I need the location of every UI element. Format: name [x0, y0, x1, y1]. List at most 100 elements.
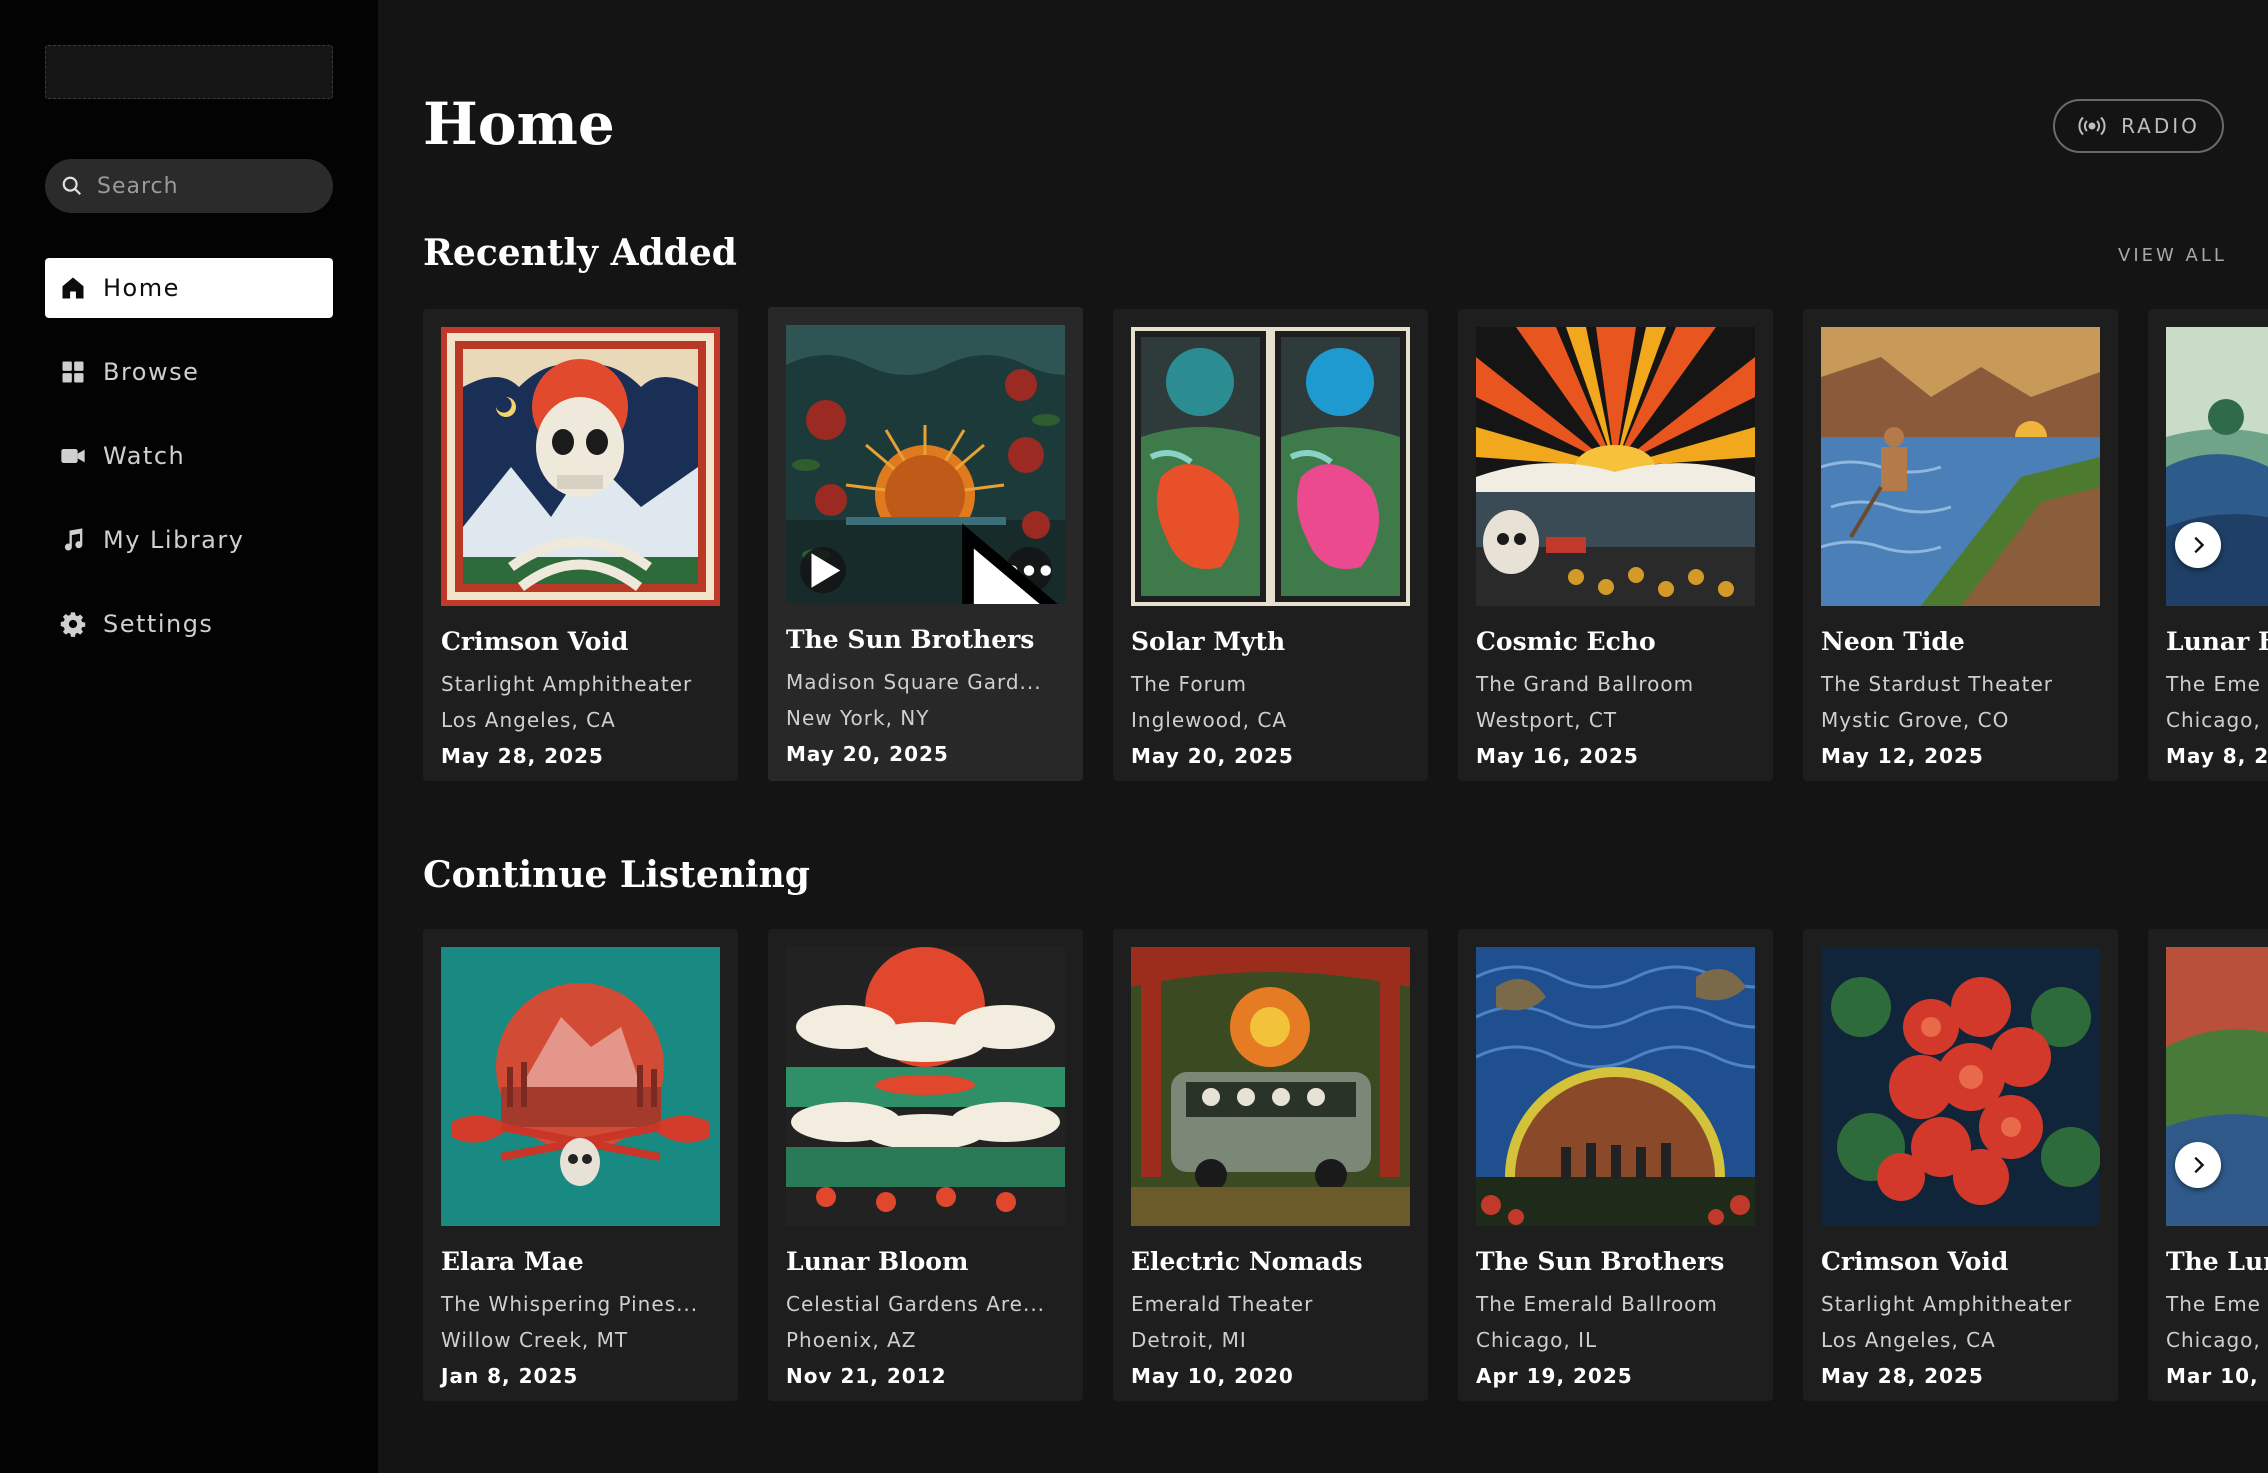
card-location: Los Angeles, CA [441, 708, 616, 732]
album-art [786, 947, 1065, 1226]
card-venue: Starlight Amphitheater [1821, 1292, 2073, 1316]
section-title-continue-listening: Continue Listening [423, 854, 810, 896]
card-title: The Sun Brothers [786, 625, 1035, 654]
card-title: Neon Tide [1821, 627, 1965, 656]
card-title: Crimson Void [441, 627, 629, 656]
album-art [1476, 327, 1755, 606]
sidebar-item-label: Home [103, 274, 180, 302]
home-icon [62, 277, 84, 299]
card-date: Jan 8, 2025 [441, 1364, 579, 1388]
card-venue: The Grand Ballroom [1476, 672, 1695, 696]
album-art [1131, 947, 1410, 1226]
card-location: Detroit, MI [1131, 1328, 1247, 1352]
search-icon [62, 176, 82, 196]
play-button[interactable] [800, 547, 846, 593]
chevron-right-icon [2194, 1156, 2205, 1174]
card-date: May 10, 2020 [1131, 1364, 1294, 1388]
card-title: The Sun Brothers [1476, 1247, 1725, 1276]
continue-listening-row: Elara Mae The Whispering Pines... Willow… [423, 929, 2268, 1401]
sidebar-item-label: My Library [103, 526, 245, 554]
sidebar-item-label: Settings [103, 610, 214, 638]
card-location: Inglewood, CA [1131, 708, 1288, 732]
sidebar-item-watch[interactable]: Watch [45, 426, 333, 486]
chevron-right-icon [2194, 536, 2205, 554]
card-date: May 16, 2025 [1476, 744, 1639, 768]
radio-button[interactable]: RADIO [2053, 99, 2224, 153]
card-venue: Madison Square Gard... [786, 670, 1042, 694]
card-venue: Celestial Gardens Are... [786, 1292, 1046, 1316]
card-title: Cosmic Echo [1476, 627, 1656, 656]
card-date: May 20, 2025 [786, 742, 949, 766]
card-venue: The Emerald Ballroom [1476, 1292, 1718, 1316]
card-date: Apr 19, 2025 [1476, 1364, 1633, 1388]
card-title: Electric Nomads [1131, 1247, 1363, 1276]
album-card[interactable]: The Sun Brothers Madison Square Gard... … [768, 307, 1083, 781]
card-venue: The Stardust Theater [1821, 672, 2054, 696]
album-art [441, 327, 720, 606]
card-date: May 20, 2025 [1131, 744, 1294, 768]
card-title: Crimson Void [1821, 1247, 2009, 1276]
grid-icon [62, 361, 84, 383]
radio-broadcast-icon [2078, 116, 2106, 136]
album-card[interactable]: Crimson Void Starlight Amphitheater Los … [1803, 929, 2118, 1401]
card-title: Elara Mae [441, 1247, 584, 1276]
album-art [1476, 947, 1755, 1226]
card-location: Chicago, [2166, 1328, 2261, 1352]
card-title: Lunar B [2166, 627, 2268, 656]
album-art [786, 325, 1065, 604]
album-art [2166, 327, 2268, 606]
sidebar-item-home[interactable]: Home [45, 258, 333, 318]
album-card[interactable]: The Sun Brothers The Emerald Ballroom Ch… [1458, 929, 1773, 1401]
album-card[interactable]: Lunar Bloom Celestial Gardens Are... Pho… [768, 929, 1083, 1401]
album-art [1131, 327, 1410, 606]
sidebar-item-label: Watch [103, 442, 186, 470]
radio-label: RADIO [2121, 114, 2200, 138]
card-location: Los Angeles, CA [1821, 1328, 1996, 1352]
card-location: Chicago, IL [1476, 1328, 1598, 1352]
card-title: Lunar Bloom [786, 1247, 969, 1276]
album-art [1821, 327, 2100, 606]
carousel-next-button[interactable] [2175, 522, 2221, 568]
pointer-cursor-icon [962, 523, 1058, 604]
video-camera-icon [61, 449, 85, 463]
album-card[interactable]: Cosmic Echo The Grand Ballroom Westport,… [1458, 309, 1773, 781]
page-title: Home [423, 90, 615, 158]
album-art [2166, 947, 2268, 1226]
card-location: Phoenix, AZ [786, 1328, 917, 1352]
card-location: New York, NY [786, 706, 930, 730]
logo-placeholder[interactable] [45, 45, 333, 99]
card-date: Mar 10, 2 [2166, 1364, 2268, 1388]
sidebar-item-my-library[interactable]: My Library [45, 510, 333, 570]
card-venue: Starlight Amphitheater [441, 672, 693, 696]
app-window: Search Home Browse Watch My Library Sett… [0, 0, 2268, 1473]
music-note-icon [64, 528, 83, 551]
card-title: Solar Myth [1131, 627, 1286, 656]
album-card[interactable]: Electric Nomads Emerald Theater Detroit,… [1113, 929, 1428, 1401]
section-title-recently-added: Recently Added [423, 232, 737, 274]
album-card[interactable]: Crimson Void Starlight Amphitheater Los … [423, 309, 738, 781]
album-card[interactable]: Elara Mae The Whispering Pines... Willow… [423, 929, 738, 1401]
recently-added-row: Crimson Void Starlight Amphitheater Los … [423, 307, 2268, 781]
view-all-link[interactable]: VIEW ALL [2118, 245, 2227, 266]
card-location: Westport, CT [1476, 708, 1618, 732]
card-date: May 12, 2025 [1821, 744, 1984, 768]
main-content: Home RADIO Recently Added VIEW ALL Crims… [378, 0, 2268, 1473]
album-card[interactable]: Neon Tide The Stardust Theater Mystic Gr… [1803, 309, 2118, 781]
album-art [1821, 947, 2100, 1226]
search-input[interactable]: Search [45, 159, 333, 213]
album-card[interactable]: Solar Myth The Forum Inglewood, CA May 2… [1113, 309, 1428, 781]
sidebar-item-browse[interactable]: Browse [45, 342, 333, 402]
card-venue: The Whispering Pines... [441, 1292, 699, 1316]
card-date: May 28, 2025 [441, 744, 604, 768]
card-date: Nov 21, 2012 [786, 1364, 947, 1388]
sidebar-item-label: Browse [103, 358, 200, 386]
gear-icon [60, 612, 86, 637]
card-venue: The Forum [1131, 672, 1247, 696]
card-title: The Lun [2166, 1247, 2268, 1276]
sidebar-item-settings[interactable]: Settings [45, 594, 333, 654]
card-location: Chicago, [2166, 708, 2261, 732]
sidebar: Search Home Browse Watch My Library Sett… [0, 0, 378, 1473]
carousel-next-button[interactable] [2175, 1142, 2221, 1188]
search-placeholder: Search [97, 173, 179, 199]
play-icon [811, 552, 841, 588]
